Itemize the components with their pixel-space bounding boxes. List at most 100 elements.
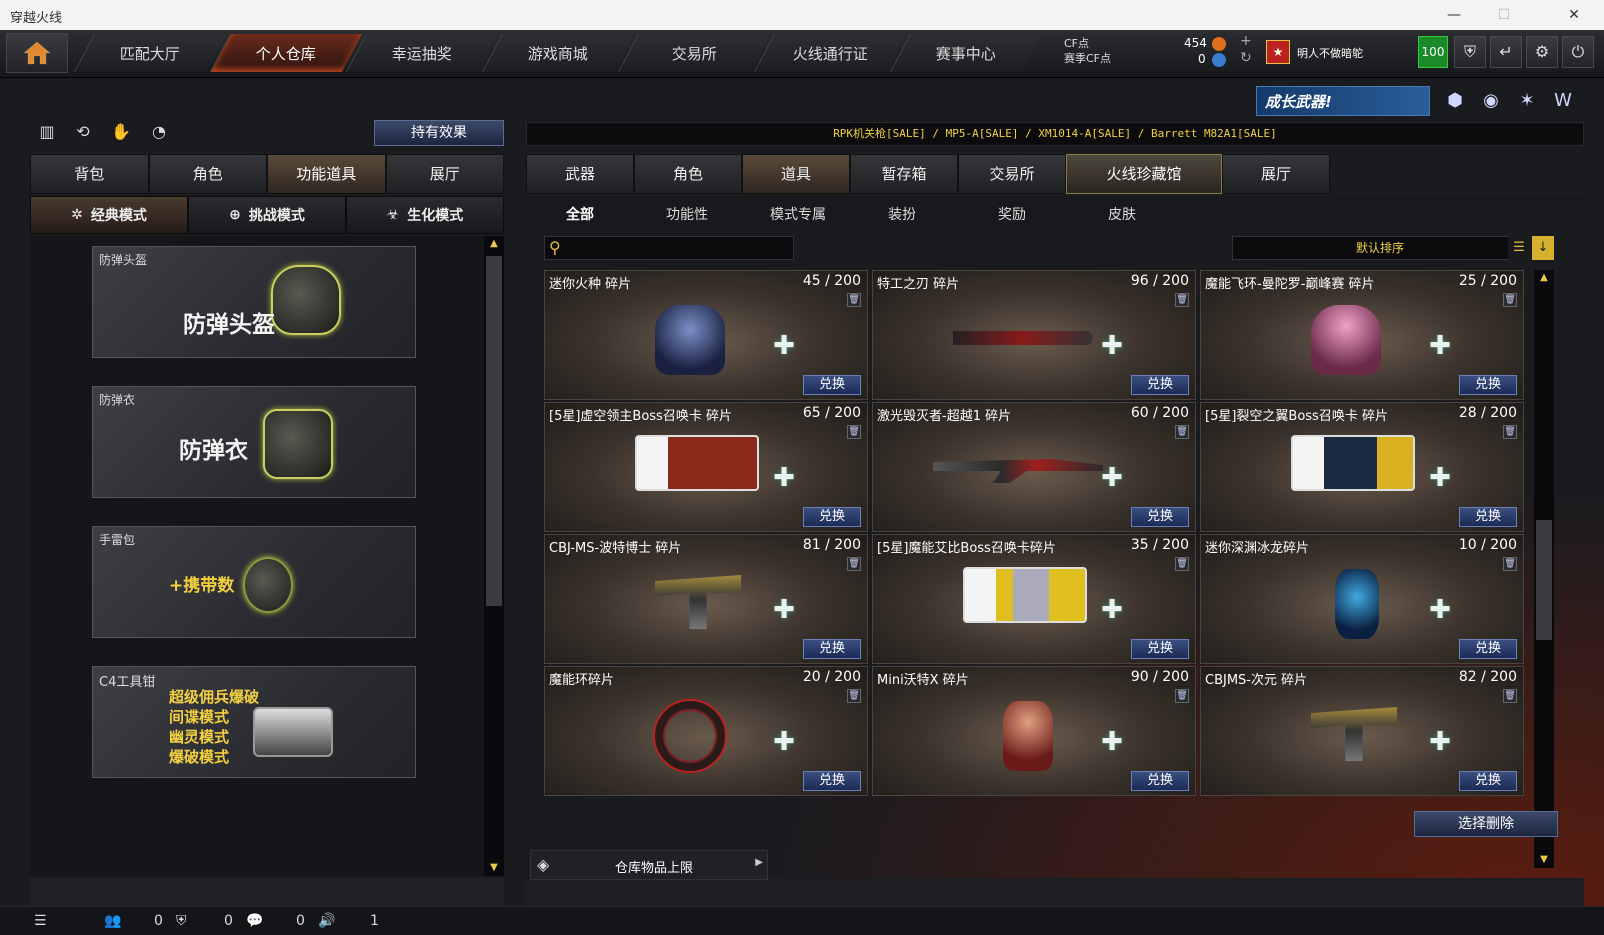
exchange-button[interactable]: 兑换: [1131, 771, 1189, 791]
close-button[interactable]: ✕: [1554, 4, 1594, 26]
tab-character[interactable]: 角色: [148, 154, 267, 194]
trash-icon[interactable]: 🗑: [1503, 293, 1517, 307]
item-helmet[interactable]: 防弹头盔 防弹头盔: [92, 246, 416, 358]
exchange-button[interactable]: 兑换: [803, 639, 861, 659]
mode-classic[interactable]: ✲ 经典模式: [30, 196, 188, 234]
subtab-all[interactable]: 全部: [566, 204, 594, 224]
item-card[interactable]: 魔能环碎片 20 / 200 🗑 ✚ 兑换: [544, 666, 868, 796]
scroll-down-icon[interactable]: ▼: [484, 860, 504, 876]
select-delete-button[interactable]: 选择删除: [1414, 811, 1558, 837]
item-card[interactable]: 迷你深渊冰龙碎片 10 / 200 🗑 ✚ 兑换: [1200, 534, 1524, 664]
grid-scroll-up-icon[interactable]: ▲: [1534, 270, 1554, 286]
item-card[interactable]: [5星]虚空领主Boss召唤卡 碎片 65 / 200 🗑 ✚ 兑换: [544, 402, 868, 532]
friends-icon[interactable]: 👥: [104, 913, 121, 929]
holding-effect-button[interactable]: 持有效果: [374, 120, 504, 146]
recycle-icon[interactable]: ⟲: [70, 122, 96, 146]
grid-scroll-down-icon[interactable]: ▼: [1534, 852, 1554, 868]
exchange-button[interactable]: 兑换: [1459, 507, 1517, 527]
item-card[interactable]: [5星]魔能艾比Boss召唤卡碎片 35 / 200 🗑 ✚ 兑换: [872, 534, 1196, 664]
list-view-icon[interactable]: ☰: [1508, 236, 1530, 260]
item-card[interactable]: 魔能飞环-曼陀罗-巅峰赛 碎片 25 / 200 🗑 ✚ 兑换: [1200, 270, 1524, 400]
item-card[interactable]: 激光毁灭者-超越1 碎片 60 / 200 🗑 ✚ 兑换: [872, 402, 1196, 532]
item-c4-pliers[interactable]: C4工具钳 超级佣兵爆破 间谍模式 幽灵模式 爆破模式: [92, 666, 416, 778]
subtab-mode-exclusive[interactable]: 模式专属: [770, 204, 826, 224]
mode-zombie[interactable]: ☣ 生化模式: [346, 196, 504, 234]
gear-icon[interactable]: ⚙: [1526, 36, 1558, 68]
exchange-button[interactable]: 兑换: [803, 771, 861, 791]
power-icon[interactable]: ⏻: [1562, 36, 1594, 68]
search-box[interactable]: ⚲: [544, 236, 794, 260]
exchange-button[interactable]: 兑换: [1131, 507, 1189, 527]
stats-icon[interactable]: ▥: [34, 122, 60, 146]
subtab-cosmetic[interactable]: 装扮: [888, 204, 916, 224]
exchange-button[interactable]: 兑换: [803, 375, 861, 395]
sort-direction-icon[interactable]: ↓: [1532, 236, 1554, 260]
tab-function-items[interactable]: 功能道具: [267, 154, 386, 194]
shield-icon[interactable]: ⛨: [1454, 36, 1486, 68]
tab-backpack[interactable]: 背包: [30, 154, 149, 194]
nav-tab-exchange[interactable]: 交易所: [617, 34, 771, 72]
grid-scroll-thumb[interactable]: [1536, 520, 1552, 640]
item-vest[interactable]: 防弹衣 防弹衣: [92, 386, 416, 498]
exchange-button[interactable]: 兑换: [803, 507, 861, 527]
trash-icon[interactable]: 🗑: [1503, 557, 1517, 571]
add-currency-icon[interactable]: +: [1240, 33, 1252, 49]
tab-collection-hall[interactable]: 火线珍藏馆: [1066, 154, 1222, 194]
trash-icon[interactable]: 🗑: [1175, 293, 1189, 307]
trash-icon[interactable]: 🗑: [1503, 689, 1517, 703]
mode-challenge[interactable]: ⊕ 挑战模式: [188, 196, 346, 234]
exchange-button[interactable]: 兑换: [1459, 771, 1517, 791]
tab-showroom[interactable]: 展厅: [385, 154, 504, 194]
left-scroll-thumb[interactable]: [486, 256, 502, 606]
nav-tab-lucky-draw[interactable]: 幸运抽奖: [345, 34, 499, 72]
nav-tab-personal-storage[interactable]: 个人仓库: [209, 34, 363, 72]
globe-badge-icon[interactable]: ◉: [1476, 86, 1506, 116]
grid-scrollbar[interactable]: ▲ ▼: [1534, 270, 1554, 868]
trash-icon[interactable]: 🗑: [1175, 557, 1189, 571]
refresh-icon[interactable]: ↻: [1240, 50, 1252, 66]
subtab-skin[interactable]: 皮肤: [1108, 204, 1136, 224]
subtab-functional[interactable]: 功能性: [666, 204, 708, 224]
list-icon[interactable]: ☰: [34, 913, 47, 929]
minimize-button[interactable]: —: [1434, 4, 1474, 26]
exchange-button[interactable]: 兑换: [1459, 375, 1517, 395]
exchange-button[interactable]: 兑换: [1131, 639, 1189, 659]
item-card[interactable]: CBJ-MS-波特博士 碎片 81 / 200 🗑 ✚ 兑换: [544, 534, 868, 664]
home-button[interactable]: [6, 33, 68, 73]
left-scrollbar[interactable]: ▲ ▼: [484, 236, 504, 876]
v-badge-icon[interactable]: ⬢: [1440, 86, 1470, 116]
item-card[interactable]: CBJMS-次元 碎片 82 / 200 🗑 ✚ 兑换: [1200, 666, 1524, 796]
trash-icon[interactable]: 🗑: [847, 689, 861, 703]
item-grenade-pack[interactable]: 手雷包 +携带数: [92, 526, 416, 638]
item-card[interactable]: [5星]裂空之翼Boss召唤卡 碎片 28 / 200 🗑 ✚ 兑换: [1200, 402, 1524, 532]
exchange-button[interactable]: 兑换: [1131, 375, 1189, 395]
nav-tab-tournament[interactable]: 赛事中心: [889, 34, 1043, 72]
sort-dropdown[interactable]: 默认排序: [1232, 236, 1528, 260]
chat-icon[interactable]: 💬: [246, 913, 263, 929]
exchange-button[interactable]: 兑换: [1459, 639, 1517, 659]
scroll-up-icon[interactable]: ▲: [484, 236, 504, 252]
growth-weapon-banner[interactable]: 成长武器!: [1256, 86, 1430, 116]
w-badge-icon[interactable]: W: [1548, 86, 1578, 116]
trash-icon[interactable]: 🗑: [1175, 425, 1189, 439]
maximize-button[interactable]: ☐: [1484, 4, 1524, 26]
item-card[interactable]: Mini沃特X 碎片 90 / 200 🗑 ✚ 兑换: [872, 666, 1196, 796]
item-card[interactable]: 迷你火种 碎片 45 / 200 🗑 ✚ 兑换: [544, 270, 868, 400]
return-icon[interactable]: ↵: [1490, 36, 1522, 68]
tab-weapons[interactable]: 武器: [526, 154, 634, 194]
subtab-reward[interactable]: 奖励: [998, 204, 1026, 224]
storage-limit[interactable]: ◈ 仓库物品上限 ▶: [530, 850, 768, 880]
tab-characters[interactable]: 角色: [634, 154, 742, 194]
nav-tab-match-lobby[interactable]: 匹配大厅: [73, 34, 227, 72]
nav-tab-game-shop[interactable]: 游戏商城: [481, 34, 635, 72]
tab-exchange[interactable]: 交易所: [958, 154, 1066, 194]
nav-tab-battle-pass[interactable]: 火线通行证: [753, 34, 907, 72]
tab-showroom-right[interactable]: 展厅: [1222, 154, 1330, 194]
trash-icon[interactable]: 🗑: [1503, 425, 1517, 439]
tab-items[interactable]: 道具: [742, 154, 850, 194]
trash-icon[interactable]: 🗑: [847, 293, 861, 307]
crossed-badge-icon[interactable]: ✶: [1512, 86, 1542, 116]
clan-icon[interactable]: ⛨: [176, 913, 187, 929]
trash-icon[interactable]: 🗑: [1175, 689, 1189, 703]
mouse-icon[interactable]: ◔: [146, 122, 172, 146]
